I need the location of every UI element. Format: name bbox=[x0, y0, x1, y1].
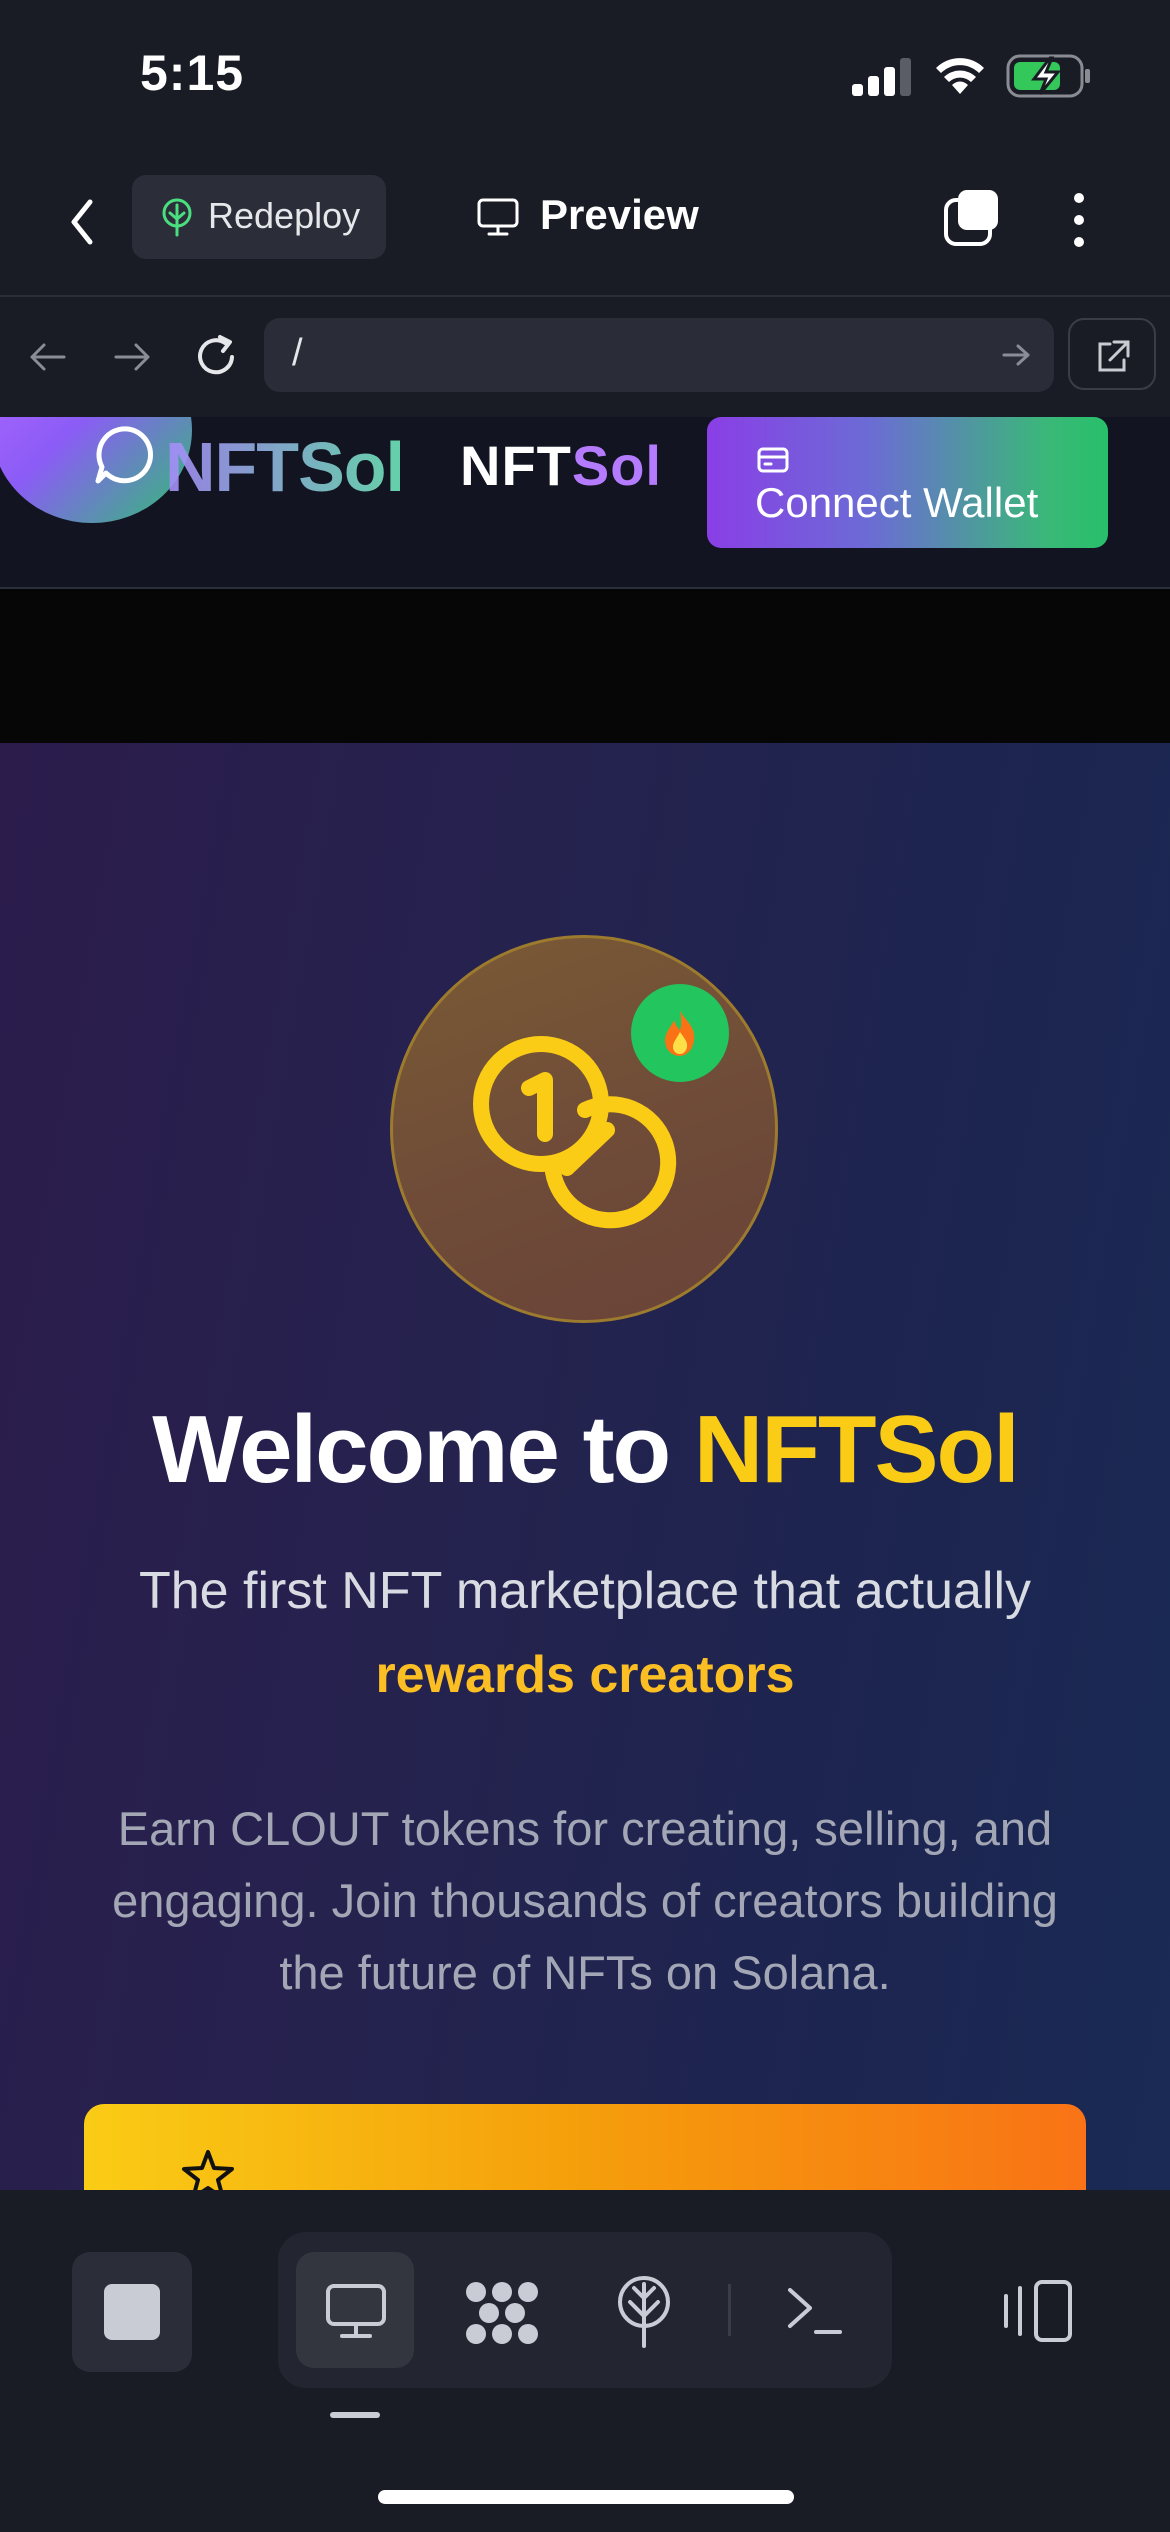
wifi-icon bbox=[936, 58, 984, 94]
fire-icon bbox=[665, 1010, 695, 1056]
chat-bubble-button[interactable] bbox=[0, 417, 192, 523]
hero-title-brand: NFTSol bbox=[693, 1396, 1020, 1503]
more-options-icon[interactable] bbox=[1064, 188, 1094, 252]
home-indicator bbox=[378, 2490, 794, 2504]
divider bbox=[728, 2284, 731, 2336]
hero-subtitle: The first NFT marketplace that actually bbox=[138, 1562, 1032, 1620]
bottom-toolbar bbox=[0, 2190, 1170, 2532]
view-switcher bbox=[278, 2232, 892, 2388]
browser-forward-icon[interactable] bbox=[110, 337, 154, 377]
go-arrow-icon[interactable] bbox=[1000, 339, 1034, 371]
page-band bbox=[0, 589, 1170, 743]
status-bar: 5:15 bbox=[0, 0, 1170, 150]
preview-label: Preview bbox=[540, 191, 699, 238]
url-text: / bbox=[292, 332, 303, 374]
monitor-icon bbox=[326, 2284, 386, 2338]
back-chevron-icon[interactable] bbox=[62, 192, 102, 252]
chat-icon bbox=[95, 426, 154, 484]
panel-layout-icon[interactable] bbox=[1000, 2278, 1076, 2344]
preview-tab[interactable]: Preview bbox=[474, 175, 714, 259]
monitor-icon bbox=[477, 198, 519, 236]
nodes-grid-icon[interactable] bbox=[464, 2280, 540, 2346]
preview-view-button[interactable] bbox=[296, 2252, 414, 2368]
redeploy-button[interactable]: Redeploy bbox=[132, 175, 386, 259]
app-toolbar: Redeploy Preview bbox=[0, 150, 1170, 297]
logo-nft-text: NFT bbox=[460, 434, 572, 497]
connect-wallet-label: Connect Wallet bbox=[755, 479, 1039, 526]
reload-icon[interactable] bbox=[192, 331, 242, 381]
connect-wallet-button[interactable]: Connect Wallet bbox=[707, 417, 1108, 548]
external-link-icon bbox=[1098, 340, 1130, 372]
hero-title: Welcome to NFTSol bbox=[0, 1395, 1170, 1505]
terminal-icon[interactable] bbox=[784, 2282, 844, 2338]
logo-faded: NFTSol bbox=[165, 428, 405, 506]
hero-section: Welcome to NFTSol The first NFT marketpl… bbox=[0, 743, 1170, 2190]
signal-icon bbox=[852, 58, 911, 96]
stop-icon bbox=[104, 2284, 160, 2340]
deploy-tree-icon bbox=[162, 198, 192, 237]
active-view-indicator bbox=[330, 2412, 380, 2418]
hero-description: Earn CLOUT tokens for creating, selling,… bbox=[112, 1802, 1058, 1999]
hot-badge bbox=[631, 984, 729, 1082]
url-field[interactable]: / bbox=[264, 318, 1054, 392]
logo-sol-text: Sol bbox=[571, 434, 662, 497]
stop-button[interactable] bbox=[72, 2252, 192, 2372]
redeploy-label: Redeploy bbox=[208, 195, 361, 236]
status-time: 5:15 bbox=[140, 45, 245, 101]
tabs-switcher-icon[interactable] bbox=[940, 186, 1004, 250]
hero-title-prefix: Welcome to bbox=[152, 1396, 694, 1503]
clout-coin-badge bbox=[390, 935, 778, 1323]
get-started-button[interactable] bbox=[84, 2104, 1086, 2190]
site-logo[interactable]: NFTSol bbox=[460, 433, 662, 498]
star-icon bbox=[182, 2150, 234, 2190]
deploy-tree-icon[interactable] bbox=[614, 2274, 674, 2350]
hero-subtitle-highlight: rewards creators bbox=[375, 1646, 795, 1704]
wallet-icon bbox=[757, 447, 789, 473]
browser-back-icon[interactable] bbox=[26, 337, 70, 377]
site-header: NFTSol NFTSol Connect Wallet bbox=[0, 417, 1170, 589]
open-external-button[interactable] bbox=[1068, 318, 1156, 390]
battery-charging-icon bbox=[1006, 54, 1090, 98]
